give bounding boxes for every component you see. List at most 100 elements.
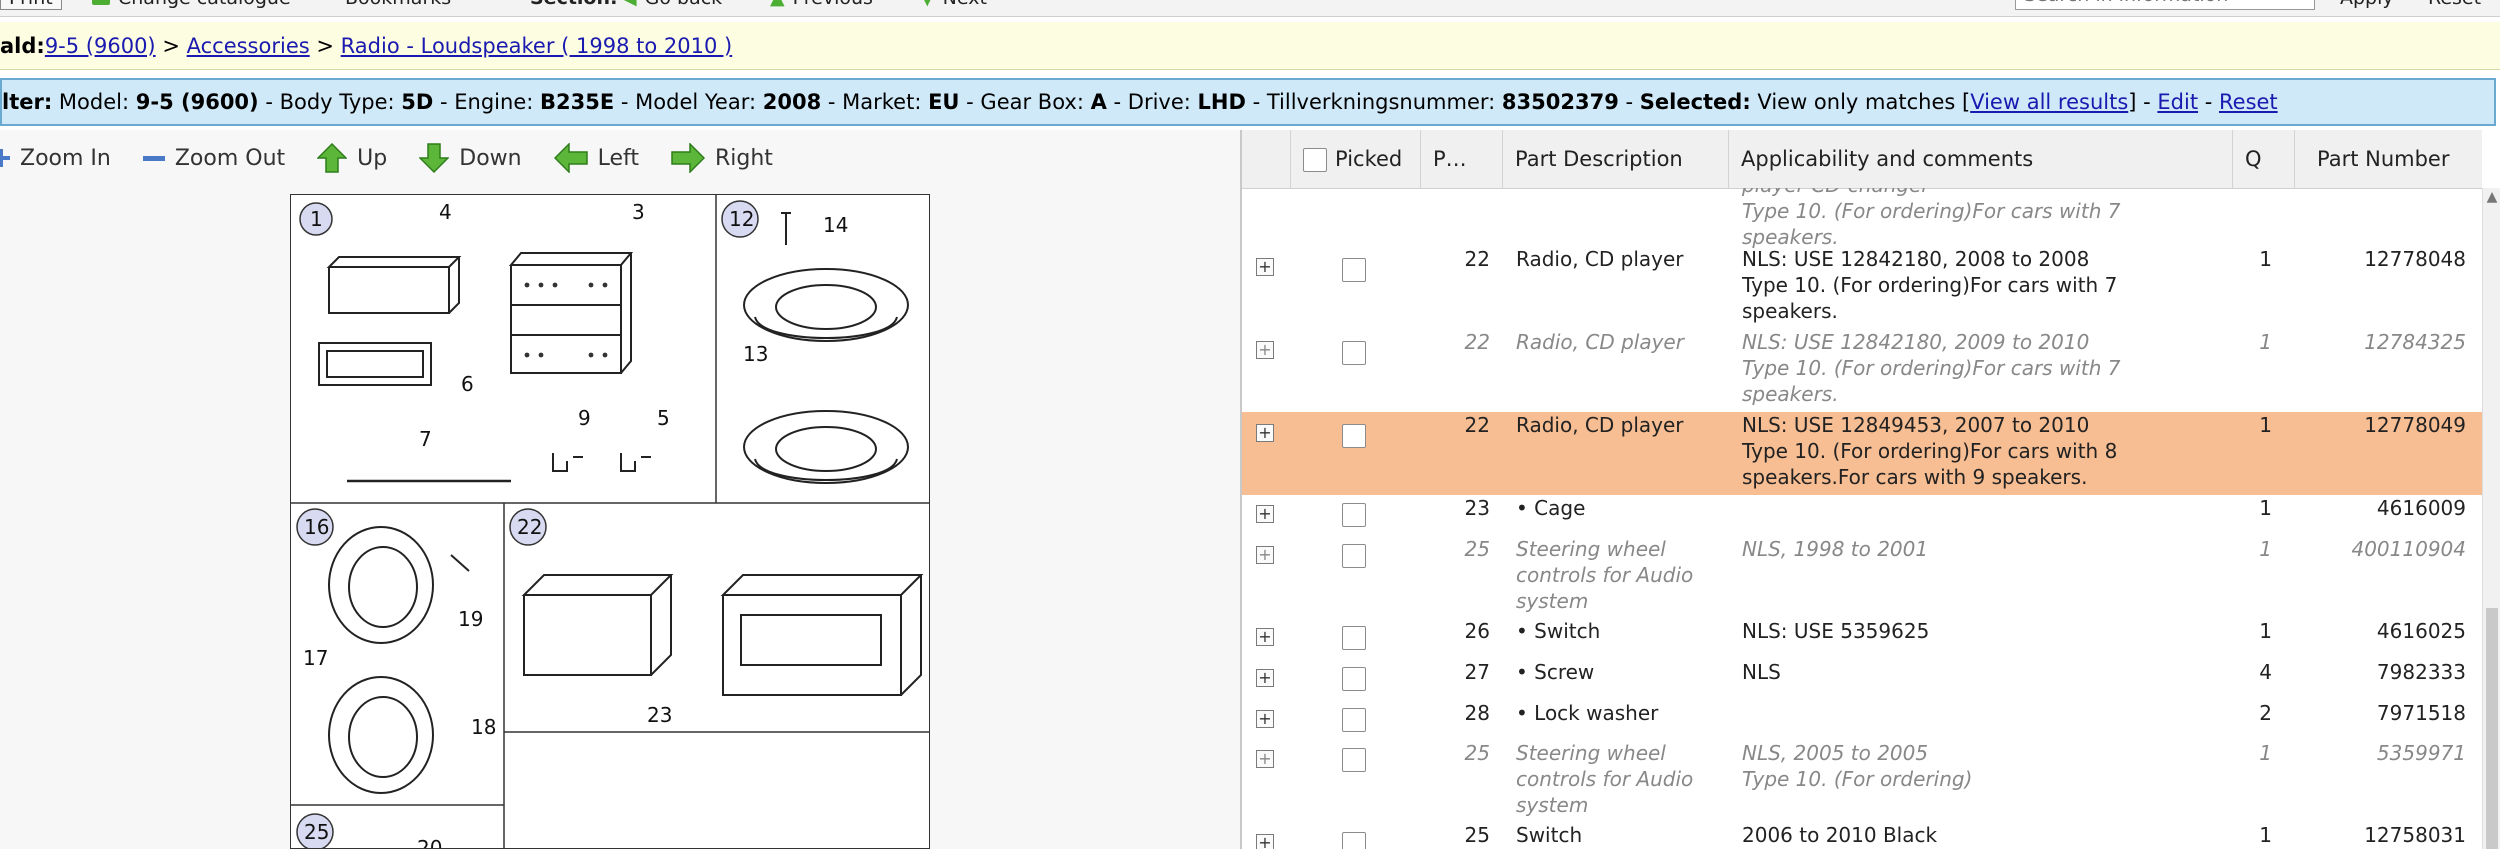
- filter-label: lter:: [2, 90, 53, 114]
- expand-row-icon[interactable]: +: [1256, 424, 1274, 442]
- reset-filter-link[interactable]: Reset: [2219, 90, 2278, 114]
- panel-door-speakers: [328, 526, 470, 794]
- table-row[interactable]: + 22 Radio, CD player NLS: USE 12842180,…: [1242, 329, 2482, 412]
- select-all-checkbox[interactable]: [1303, 148, 1327, 172]
- previous-label: Previous: [793, 0, 873, 9]
- pick-checkbox[interactable]: [1342, 258, 1366, 282]
- table-row[interactable]: + 22 Radio, CD player NLS: USE 12842180,…: [1242, 246, 2482, 329]
- pan-down-label: Down: [459, 145, 522, 171]
- callout-9[interactable]: 9: [578, 406, 591, 430]
- description-column-header[interactable]: Part Description: [1502, 130, 1728, 188]
- expand-row-icon[interactable]: +: [1256, 669, 1274, 687]
- callout-25[interactable]: 25: [304, 820, 329, 844]
- pick-checkbox[interactable]: [1342, 667, 1366, 691]
- callout-14[interactable]: 14: [823, 213, 848, 237]
- pos-cell: 25: [1464, 823, 1490, 847]
- arrow-right-icon: [671, 143, 705, 173]
- callout-4[interactable]: 4: [439, 200, 452, 224]
- pan-left-button[interactable]: Left: [553, 143, 639, 173]
- callout-3[interactable]: 3: [632, 200, 645, 224]
- applicability-column-header[interactable]: Applicability and comments: [1728, 130, 2232, 188]
- zoom-out-button[interactable]: Zoom Out: [142, 146, 285, 171]
- table-row[interactable]: + 25 Switch 2006 to 2010 Black 1 1275803…: [1242, 822, 2482, 849]
- callout-19[interactable]: 19: [458, 607, 483, 631]
- pick-checkbox[interactable]: [1342, 544, 1366, 568]
- expand-row-icon[interactable]: +: [1256, 258, 1274, 276]
- table-scrollbar[interactable]: ▲: [2482, 188, 2500, 849]
- change-catalogue-button[interactable]: Change catalogue: [92, 0, 291, 10]
- pick-checkbox[interactable]: [1342, 503, 1366, 527]
- callout-7[interactable]: 7: [419, 427, 432, 451]
- callout-23[interactable]: 23: [647, 703, 672, 727]
- callout-5[interactable]: 5: [657, 406, 670, 430]
- breadcrumb-accessories-link[interactable]: Accessories: [187, 34, 310, 58]
- pan-down-button[interactable]: Down: [419, 143, 522, 173]
- pick-checkbox[interactable]: [1342, 708, 1366, 732]
- pan-up-button[interactable]: Up: [317, 143, 387, 173]
- change-catalogue-label: Change catalogue: [118, 0, 291, 9]
- table-row[interactable]: + 25 Steering wheel controls for Audio sys…: [1242, 740, 2482, 822]
- callout-6[interactable]: 6: [461, 372, 474, 396]
- callout-20[interactable]: 20: [417, 836, 442, 849]
- view-all-results-link[interactable]: View all results: [1970, 90, 2128, 114]
- pick-checkbox[interactable]: [1342, 748, 1366, 772]
- callout-1[interactable]: 1: [310, 207, 323, 231]
- table-row[interactable]: + 27 • Screw NLS 4 7982333: [1242, 659, 2482, 700]
- search-input[interactable]: [2015, 0, 2315, 10]
- pos-header-label: P…: [1433, 147, 1467, 171]
- callout-16[interactable]: 16: [304, 515, 329, 539]
- exploded-view-drawing: 1 4 3 12 14 13 6 7 9 5 16 22 19 17 18 23: [291, 195, 929, 849]
- expand-row-icon[interactable]: +: [1256, 505, 1274, 523]
- zoom-in-button[interactable]: Zoom In: [0, 146, 111, 171]
- pick-checkbox[interactable]: [1342, 626, 1366, 650]
- description-cell: Steering wheel controls for Audio system: [1516, 741, 1694, 817]
- callout-18[interactable]: 18: [471, 715, 496, 739]
- breadcrumb-model-link[interactable]: 9-5 (9600): [45, 34, 156, 58]
- bookmarks-button[interactable]: Bookmarks: [345, 0, 451, 10]
- pan-right-button[interactable]: Right: [671, 143, 773, 173]
- previous-button[interactable]: ▲ Previous: [770, 0, 873, 10]
- previous-icon: ▲: [770, 0, 785, 9]
- filter-market-value: EU: [928, 90, 960, 114]
- breadcrumb: ald:9-5 (9600) > Accessories > Radio - L…: [0, 22, 2500, 70]
- expand-row-icon[interactable]: +: [1256, 710, 1274, 728]
- expand-row-icon[interactable]: +: [1256, 750, 1274, 768]
- qty-column-header[interactable]: Q: [2232, 130, 2294, 188]
- callout-17[interactable]: 17: [303, 646, 328, 670]
- scroll-up-icon[interactable]: ▲: [2483, 188, 2500, 206]
- expand-row-icon[interactable]: +: [1256, 834, 1274, 849]
- picked-column-header[interactable]: Picked: [1290, 130, 1420, 188]
- table-row[interactable]: + 25 Steering wheel controls for Audio sys…: [1242, 536, 2482, 618]
- apply-button[interactable]: Apply: [2340, 0, 2394, 10]
- table-row[interactable]: player CD-changer Type 10. (For ordering…: [1242, 188, 2482, 249]
- callout-22[interactable]: 22: [517, 515, 542, 539]
- pick-checkbox[interactable]: [1342, 341, 1366, 365]
- pos-cell: 22: [1464, 247, 1490, 271]
- table-row[interactable]: + 26 • Switch NLS: USE 5359625 1 4616025: [1242, 618, 2482, 659]
- print-button[interactable]: Print: [0, 0, 62, 10]
- callout-12[interactable]: 12: [729, 207, 754, 231]
- applicability-cell: NLS: USE 12842180, 2008 to 2008 Type 10. …: [1742, 247, 2118, 323]
- parts-diagram[interactable]: 1 4 3 12 14 13 6 7 9 5 16 22 19 17 18 23: [290, 194, 930, 849]
- zoom-in-label: Zoom In: [20, 145, 111, 171]
- table-row[interactable]: + 28 • Lock washer 2 7971518: [1242, 700, 2482, 740]
- filter-selected-value: View only matches: [1757, 90, 1956, 114]
- breadcrumb-section-link[interactable]: Radio - Loudspeaker ( 1998 to 2010 ): [341, 34, 733, 58]
- expand-row-icon[interactable]: +: [1256, 341, 1274, 359]
- qty-cell: 1: [2259, 330, 2272, 354]
- callout-13[interactable]: 13: [743, 342, 768, 366]
- expand-row-icon[interactable]: +: [1256, 628, 1274, 646]
- pick-checkbox[interactable]: [1342, 832, 1366, 849]
- edit-filter-link[interactable]: Edit: [2157, 90, 2198, 114]
- go-back-button[interactable]: ◀ Go back: [622, 0, 722, 10]
- expand-row-icon[interactable]: +: [1256, 546, 1274, 564]
- pos-column-header[interactable]: P…: [1420, 130, 1502, 188]
- pick-checkbox[interactable]: [1342, 424, 1366, 448]
- scrollbar-thumb[interactable]: [2486, 608, 2498, 849]
- table-row[interactable]: + 23 • Cage 1 4616009: [1242, 495, 2482, 536]
- table-row-selected[interactable]: + 22 Radio, CD player NLS: USE 12849453,…: [1242, 412, 2482, 495]
- filter-vin-value: 83502379: [1501, 90, 1619, 114]
- next-button[interactable]: ▼ Next: [920, 0, 987, 10]
- reset-search-button[interactable]: Reset: [2428, 0, 2481, 10]
- part-number-column-header[interactable]: Part Number: [2294, 130, 2482, 188]
